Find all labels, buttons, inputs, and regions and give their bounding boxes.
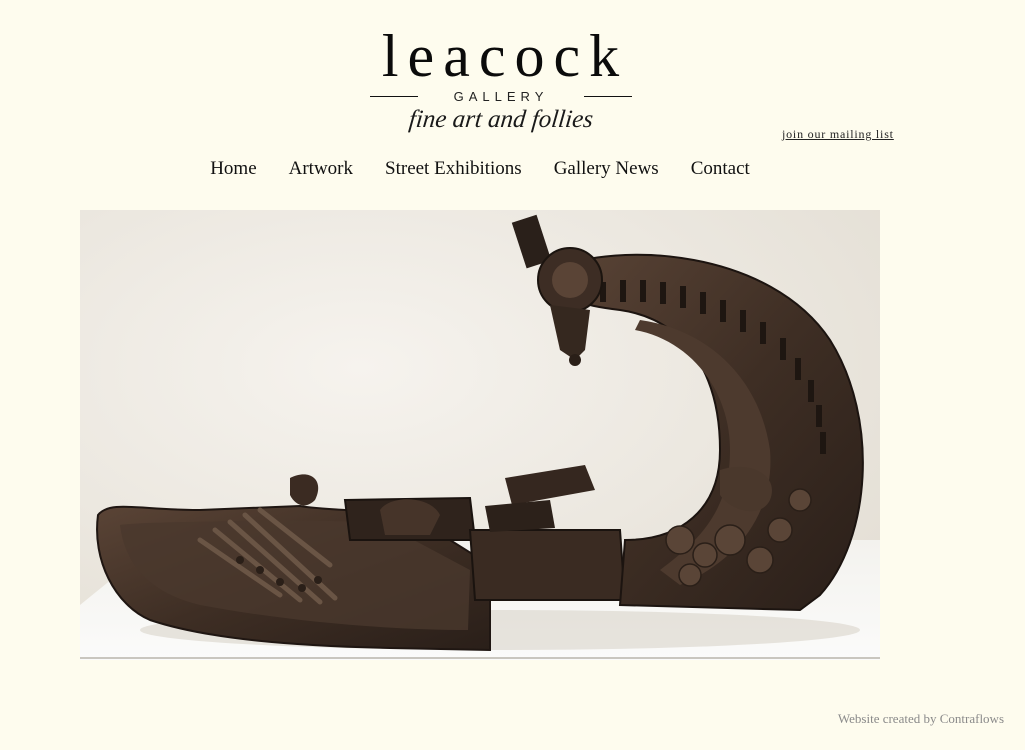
nav-item-street-exhibitions[interactable]: Street Exhibitions [385, 158, 522, 180]
logo-subtitle-row: GALLERY [370, 89, 632, 104]
logo-subtitle: GALLERY [453, 89, 549, 104]
sculpture-illustration [80, 210, 880, 660]
nav-item-artwork[interactable]: Artwork [289, 158, 353, 180]
nav-item-home[interactable]: Home [210, 158, 256, 180]
page: leacock GALLERY fine art and follies joi… [0, 0, 1025, 750]
mailing-list-link[interactable]: join our mailing list [782, 127, 894, 142]
logo-wordmark: leacock [381, 23, 629, 89]
hero-artwork-image [80, 210, 880, 660]
logo-rule-left [370, 96, 418, 97]
gallery-logo[interactable]: leacock GALLERY fine art and follies [370, 26, 632, 134]
logo-rule-right [584, 96, 632, 97]
nav-item-gallery-news[interactable]: Gallery News [554, 158, 659, 180]
logo-tagline: fine art and follies [407, 106, 595, 133]
nav-item-contact[interactable]: Contact [691, 158, 750, 180]
main-nav: Home Artwork Street Exhibitions Gallery … [0, 158, 960, 180]
website-credit[interactable]: Website created by Contraflows [838, 711, 1004, 727]
